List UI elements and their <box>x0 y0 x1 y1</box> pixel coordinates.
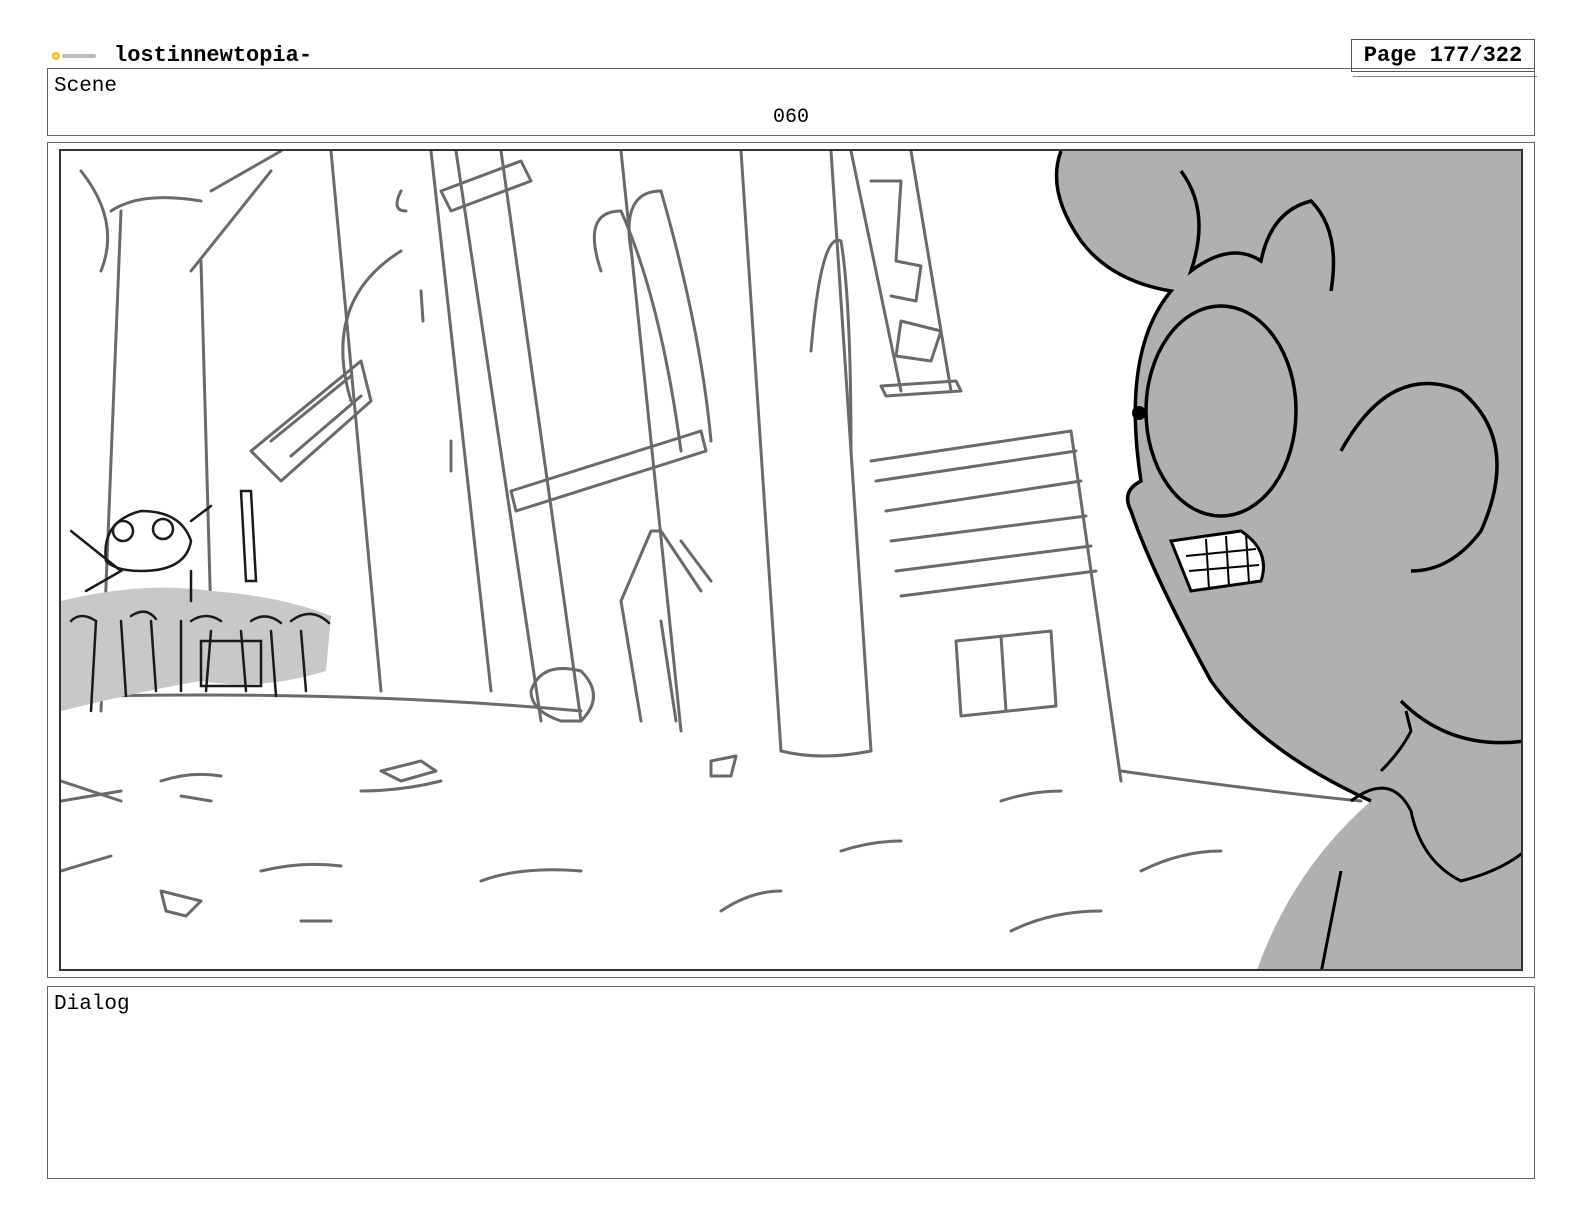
dialog-section: Dialog <box>47 986 1535 1179</box>
project-title: lostinnewtopia- <box>114 43 313 68</box>
scene-number: 060 <box>772 106 809 129</box>
scene-label: Scene <box>54 75 118 98</box>
scene-section: Scene 060 <box>47 68 1535 136</box>
dialog-label: Dialog <box>54 993 130 1016</box>
storyboard-sketch-image <box>61 151 1521 969</box>
toon-boom-logo-icon <box>52 52 96 60</box>
storyboard-panel <box>59 149 1523 971</box>
